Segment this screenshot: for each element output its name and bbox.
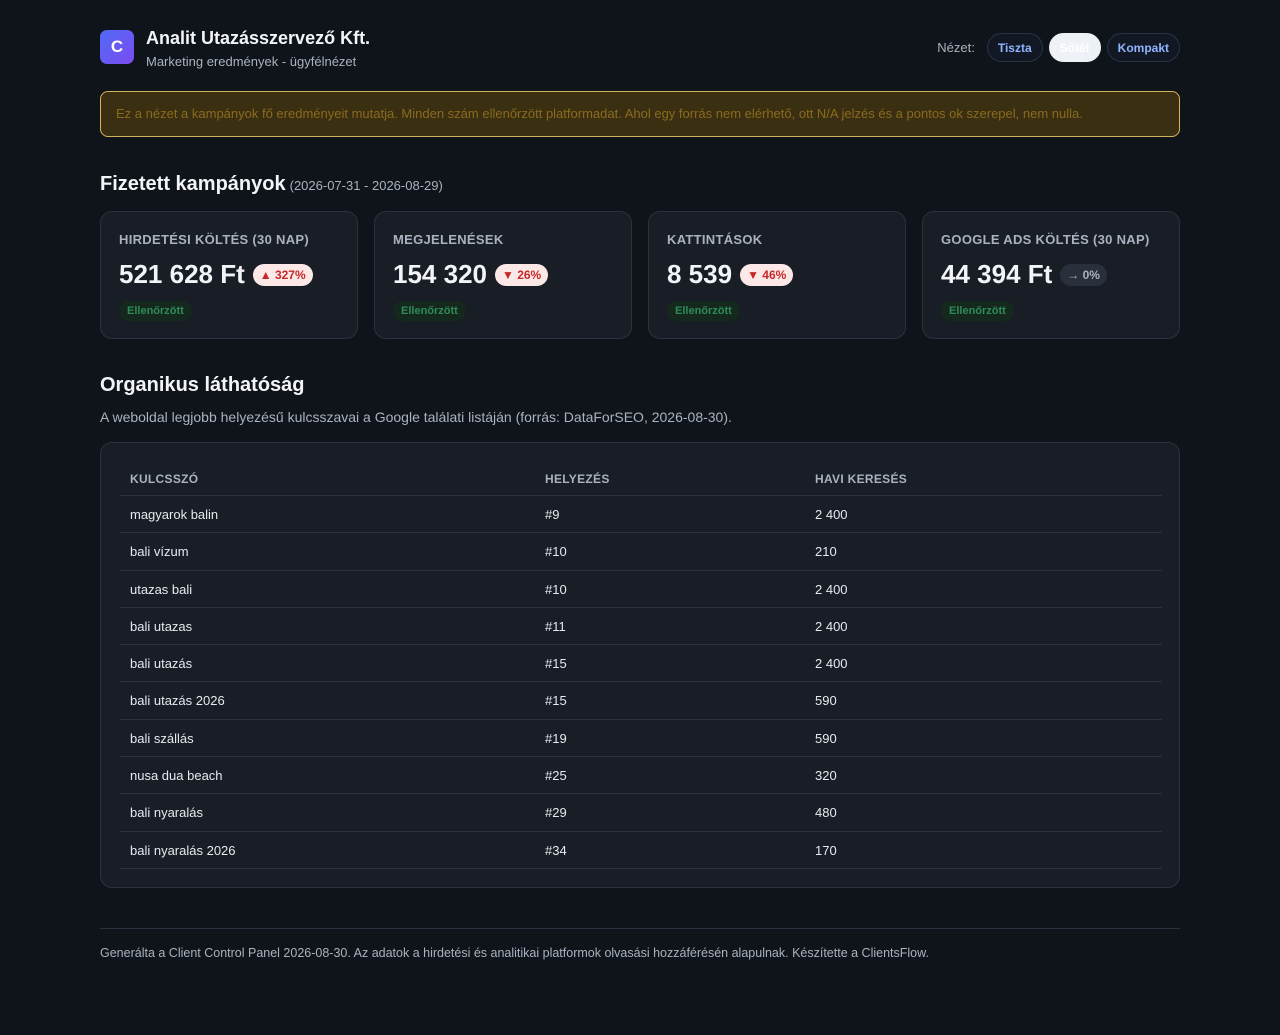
footer-divider [100,928,1180,929]
kpi-value: 44 394 Ft [941,259,1053,289]
searches-cell: 320 [815,768,837,784]
page-subtitle: Marketing eredmények - ügyfélnézet [146,54,357,69]
header: C Analit Utazásszervező Kft. Marketing e… [100,28,1180,69]
keyword-cell: bali vízum [130,544,189,560]
table-row: bali utazás #15 2 400 [120,645,1162,683]
searches-cell: 170 [815,842,837,858]
view-switcher: Nézet: Tiszta Sötét Kompakt [937,33,1180,62]
table-row: bali utazás 2026 #15 590 [120,682,1162,720]
position-cell: #34 [545,842,567,858]
date-range: (2026-07-31 - 2026-08-29) [289,178,443,193]
table-header: KULCSSZÓ HELYEZÉS HAVI KERESÉS [120,462,1162,496]
keyword-cell: bali utazas [130,618,193,634]
searches-cell: 2 400 [815,656,848,672]
position-cell: #15 [545,693,567,709]
logo: C [100,30,134,64]
view-option-sotet[interactable]: Sötét [1048,33,1101,62]
kpi-card-clicks: KATTINTÁSOK 8 539 ▼ 46% Ellenőrzött [648,211,906,339]
paid-section-heading: Fizetett kampányok (2026-07-31 - 2026-08-… [100,173,443,196]
keyword-cell: bali nyaralás 2026 [130,842,236,858]
table-row: bali vízum #10 210 [120,533,1162,571]
column-header-monthly-searches: HAVI KERESÉS [815,472,908,486]
info-notice: Ez a nézet a kampányok fő eredményeit mu… [100,91,1180,137]
kpi-value-row: 44 394 Ft → 0% [941,259,1107,290]
kpi-label: GOOGLE ADS KÖLTÉS (30 NAP) [941,232,1150,247]
table-row: bali nyaralás #29 480 [120,794,1162,832]
kpi-value-row: 521 628 Ft ▲ 327% [119,259,313,290]
page-title: Analit Utazásszervező Kft. [146,28,371,48]
kpi-card-google-ads-spend: GOOGLE ADS KÖLTÉS (30 NAP) 44 394 Ft → 0… [922,211,1180,339]
keyword-cell: bali szállás [130,730,194,746]
searches-cell: 590 [815,730,837,746]
kpi-label: KATTINTÁSOK [667,232,763,247]
position-cell: #9 [545,507,560,522]
verified-badge: Ellenőrzött [667,301,740,321]
table-row: bali nyaralás 2026 #34 170 [120,832,1162,869]
view-option-kompakt[interactable]: Kompakt [1106,33,1180,62]
kpi-cards: HIRDETÉSI KÖLTÉS (30 NAP) 521 628 Ft ▲ 3… [100,211,1180,339]
table-row: bali szállás #19 590 [120,720,1162,758]
kpi-delta-badge: ▼ 26% [494,263,549,286]
column-header-position: HELYEZÉS [545,472,610,486]
searches-cell: 2 400 [815,507,848,522]
searches-cell: 210 [815,544,837,560]
keyword-cell: utazas bali [130,581,193,597]
keywords-table: KULCSSZÓ HELYEZÉS HAVI KERESÉS magyarok … [100,442,1180,888]
verified-badge: Ellenőrzött [941,301,1014,321]
kpi-card-impressions: MEGJELENÉSEK 154 320 ▼ 26% Ellenőrzött [374,211,632,339]
kpi-label: HIRDETÉSI KÖLTÉS (30 NAP) [119,232,310,247]
searches-cell: 2 400 [815,618,848,634]
kpi-card-ad-spend: HIRDETÉSI KÖLTÉS (30 NAP) 521 628 Ft ▲ 3… [100,211,358,339]
keyword-cell: bali utazás 2026 [130,693,225,709]
organic-section-title: Organikus láthatóság [100,374,305,396]
column-header-keyword: KULCSSZÓ [130,472,199,486]
kpi-value-row: 154 320 ▼ 26% [393,259,549,290]
keyword-cell: bali utazás [130,656,193,672]
keyword-cell: bali nyaralás [130,805,203,821]
kpi-delta-badge: ▲ 327% [252,263,313,286]
kpi-value: 8 539 [667,259,733,289]
paid-section-title: Fizetett kampányok [100,173,286,195]
table-row: bali utazas #11 2 400 [120,608,1162,646]
kpi-value: 154 320 [393,259,487,289]
position-cell: #11 [545,618,566,634]
searches-cell: 2 400 [815,581,848,597]
table-row: nusa dua beach #25 320 [120,757,1162,795]
kpi-value-row: 8 539 ▼ 46% [667,259,794,290]
kpi-value: 521 628 Ft [119,259,245,289]
view-option-tiszta[interactable]: Tiszta [986,33,1043,62]
searches-cell: 590 [815,693,837,709]
keyword-cell: magyarok balin [130,507,219,522]
footer-text: Generálta a Client Control Panel 2026-08… [100,946,929,960]
keyword-cell: nusa dua beach [130,768,223,784]
position-cell: #29 [545,805,567,821]
position-cell: #25 [545,768,567,784]
table-row: magyarok balin #9 2 400 [120,496,1162,534]
organic-section-description: A weboldal legjobb helyezésű kulcsszavai… [100,409,732,425]
verified-badge: Ellenőrzött [119,301,192,321]
searches-cell: 480 [815,805,837,821]
position-cell: #15 [545,656,567,672]
kpi-delta-badge: → 0% [1060,263,1107,286]
view-label: Nézet: [937,40,975,55]
position-cell: #19 [545,730,567,746]
kpi-delta-badge: ▼ 46% [740,263,794,286]
position-cell: #10 [545,581,567,597]
kpi-label: MEGJELENÉSEK [393,232,504,247]
table-body: magyarok balin #9 2 400 bali vízum #10 210 u… [120,496,1162,869]
position-cell: #10 [545,544,567,560]
table-row: utazas bali #10 2 400 [120,571,1162,608]
verified-badge: Ellenőrzött [393,301,466,321]
